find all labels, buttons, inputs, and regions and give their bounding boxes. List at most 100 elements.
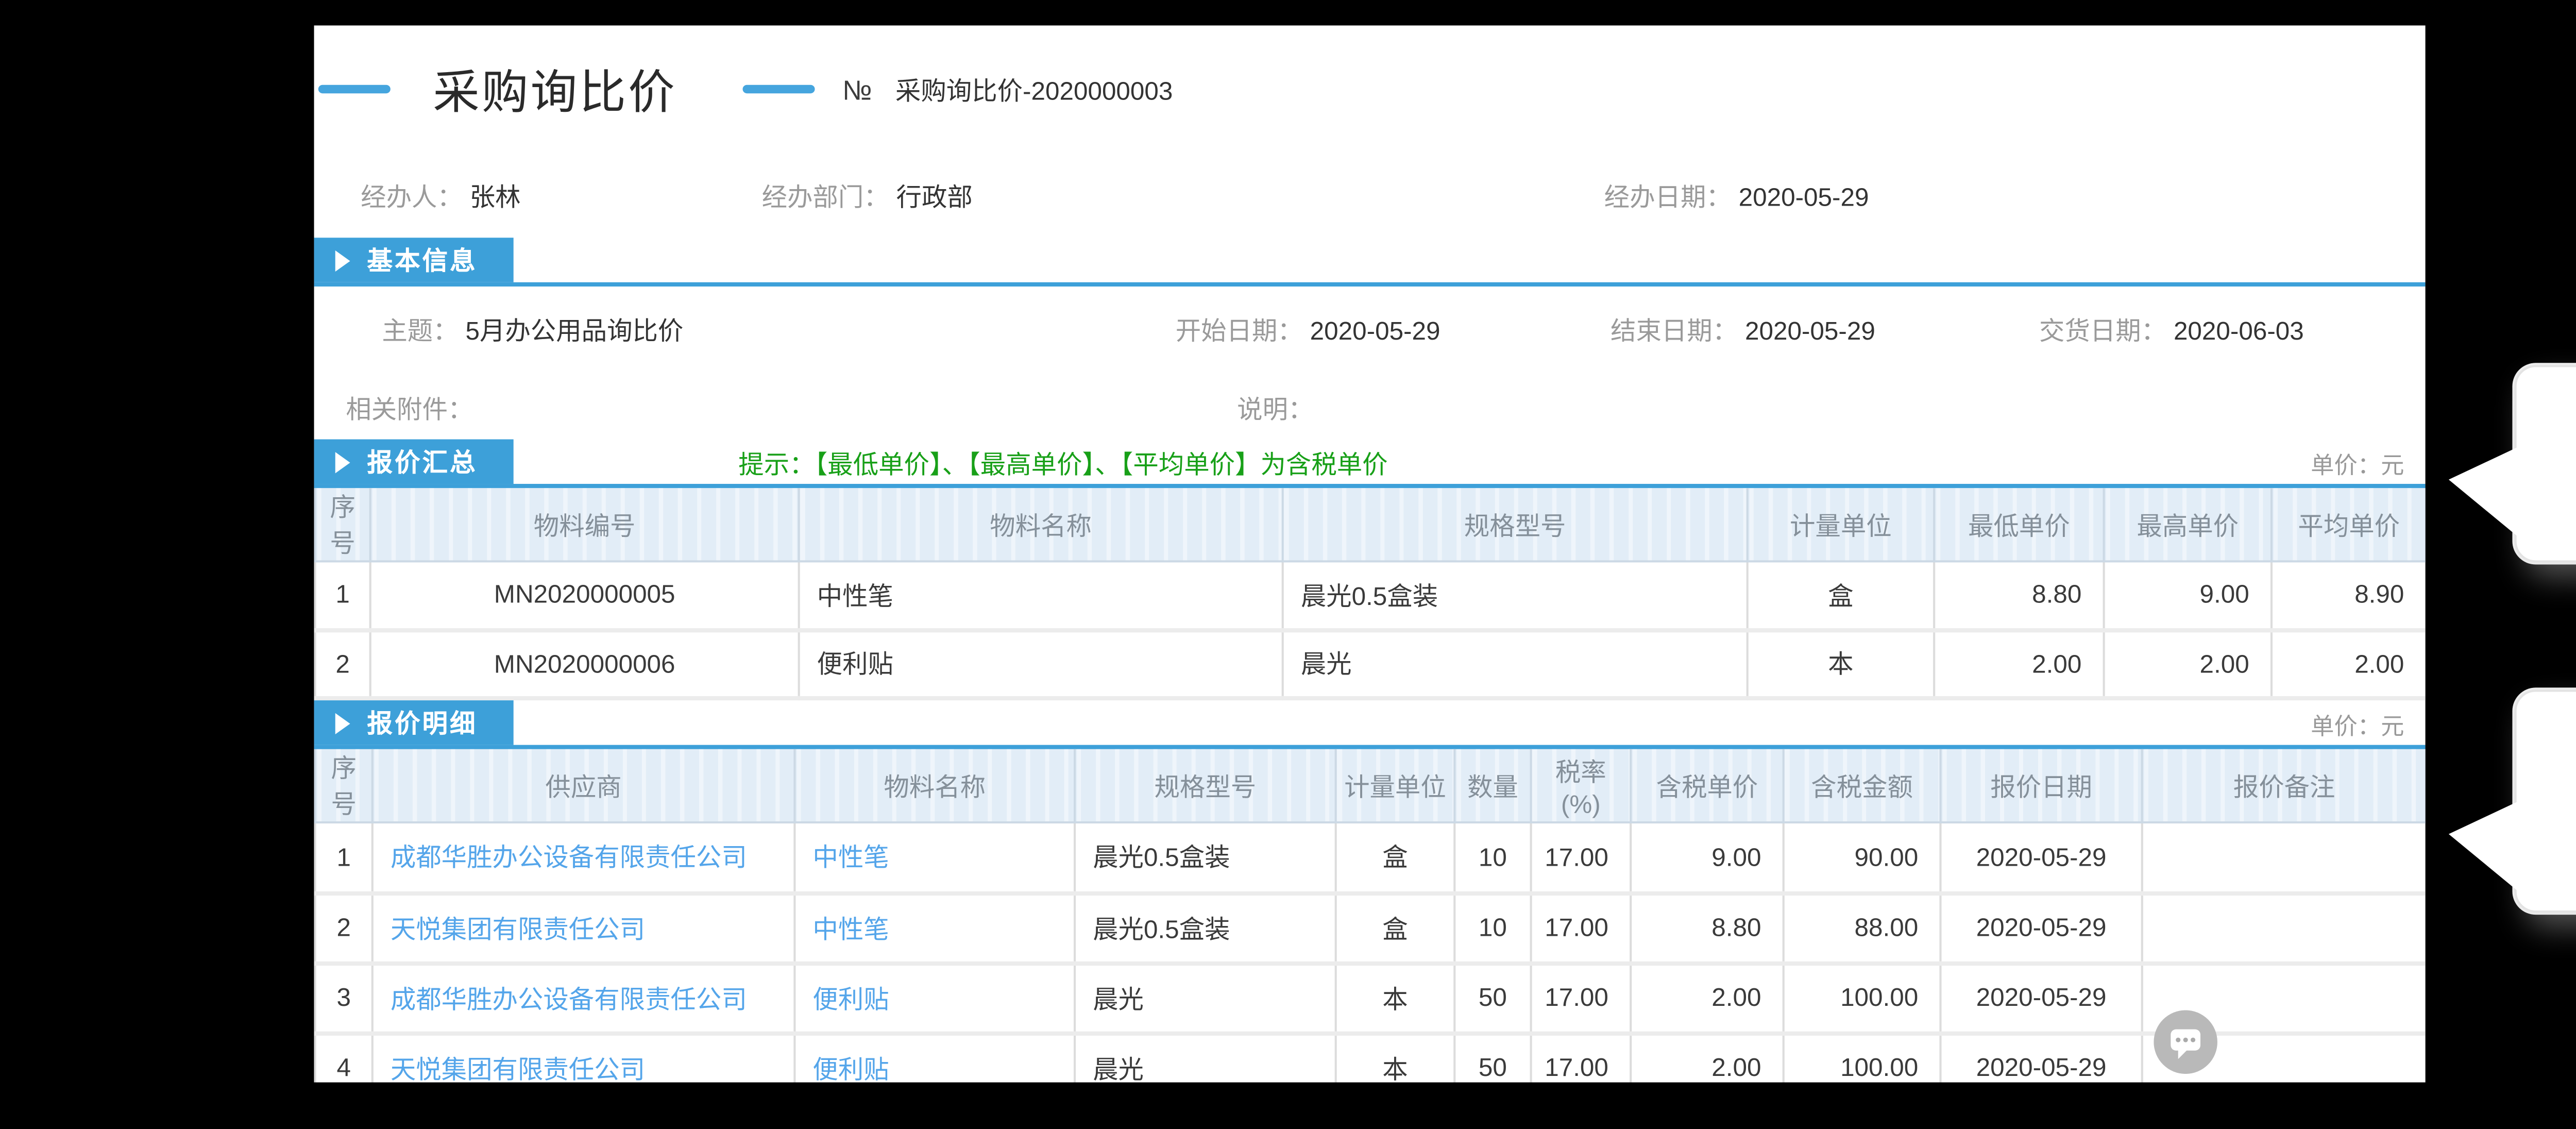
field-label: 结束日期： — [1611, 316, 1738, 346]
document-panel: 采购询比价 № 采购询比价-2020000003 经办人： 张林 经办部门： 行… — [314, 25, 2426, 1082]
cell: 1 — [315, 561, 370, 629]
field-attachments: 相关附件： — [346, 391, 473, 427]
cell: 盒 — [1336, 822, 1455, 892]
cell: 3 — [315, 963, 372, 1033]
cell: 2020-05-29 — [1940, 963, 2142, 1033]
table-row: 1 MN2020000005 中性笔 晨光0.5盒装 盒 8.80 9.00 8… — [315, 561, 2426, 629]
material-link[interactable]: 便利贴 — [812, 1054, 889, 1083]
material-link[interactable]: 中性笔 — [812, 914, 889, 943]
cell: 2.00 — [1934, 629, 2104, 697]
section-header-quote-detail: 报价明细 单价：元 — [314, 700, 2426, 749]
cell: 2.00 — [2272, 629, 2426, 697]
field-value: 2020-05-29 — [1739, 182, 1869, 212]
table-row: 1 成都华胜办公设备有限责任公司 中性笔 晨光0.5盒装 盒 10 17.00 … — [315, 822, 2426, 892]
table-row: 2 MN2020000006 便利贴 晨光 本 2.00 2.00 2.00 — [315, 629, 2426, 697]
column-header: 序号 — [315, 749, 372, 822]
column-header: 数量 — [1454, 749, 1531, 822]
field-agent-dept: 经办部门： 行政部 — [762, 178, 973, 214]
field-subject: 主题： 5月办公用品询比价 — [382, 312, 683, 348]
cell: 2 — [315, 892, 372, 963]
column-header: 序号 — [315, 488, 370, 561]
doc-no-symbol: № — [842, 73, 872, 105]
title-row: 采购询比价 № 采购询比价-2020000003 — [314, 51, 2426, 127]
column-header: 计量单位 — [1748, 488, 1934, 561]
cell: 17.00 — [1531, 963, 1631, 1033]
cell: 88.00 — [1784, 892, 1941, 963]
field-value: 5月办公用品询比价 — [465, 316, 683, 346]
material-link[interactable]: 便利贴 — [812, 984, 889, 1014]
field-label: 经办部门： — [762, 182, 889, 212]
cell: MN2020000005 — [370, 561, 799, 629]
cell: 2.00 — [1631, 1033, 1784, 1083]
cell: 便利贴 — [794, 963, 1075, 1033]
field-label: 交货日期： — [2039, 316, 2166, 346]
cell: 天悦集团有限责任公司 — [372, 892, 795, 963]
section-badge: 报价汇总 — [314, 440, 514, 484]
section-title: 基本信息 — [367, 242, 478, 278]
field-label: 经办日期： — [1604, 182, 1732, 212]
column-header: 供应商 — [372, 749, 795, 822]
cell: 17.00 — [1531, 892, 1631, 963]
field-value: 张林 — [470, 182, 521, 212]
column-header: 含税单价 — [1631, 749, 1784, 822]
table-row: 4 天悦集团有限责任公司 便利贴 晨光 本 50 17.00 2.00 100.… — [315, 1033, 2426, 1083]
supplier-link[interactable]: 天悦集团有限责任公司 — [391, 914, 645, 943]
cell: 1 — [315, 822, 372, 892]
cell — [2142, 822, 2426, 892]
cell: 90.00 — [1784, 822, 1941, 892]
field-delivery-date: 交货日期： 2020-06-03 — [2039, 312, 2304, 348]
cell: 便利贴 — [794, 1033, 1075, 1083]
supplier-link[interactable]: 成都华胜办公设备有限责任公司 — [391, 843, 747, 873]
triangle-icon — [335, 712, 350, 733]
cell: 50 — [1454, 1033, 1531, 1083]
tax-inclusive-hint: 提示：【最低单价】、【最高单价】、【平均单价】为含税单价 — [738, 446, 1387, 482]
cell: 2 — [315, 629, 370, 697]
field-agent: 经办人： 张林 — [361, 178, 520, 214]
cell: 盒 — [1748, 561, 1934, 629]
cell: 晨光 — [1075, 1033, 1336, 1083]
cell: 2.00 — [2104, 629, 2272, 697]
cell: 中性笔 — [799, 561, 1283, 629]
cell: 17.00 — [1531, 1033, 1631, 1083]
supplier-link[interactable]: 成都华胜办公设备有限责任公司 — [391, 984, 747, 1014]
cell: 中性笔 — [794, 892, 1075, 963]
column-header: 报价日期 — [1940, 749, 2142, 822]
triangle-icon — [335, 451, 350, 472]
section-badge: 基本信息 — [314, 238, 514, 282]
cell: 2.00 — [1631, 963, 1784, 1033]
column-header: 规格型号 — [1283, 488, 1748, 561]
column-header: 平均单价 — [2272, 488, 2426, 561]
cell: 9.00 — [2104, 561, 2272, 629]
cell: 本 — [1336, 963, 1455, 1033]
column-header: 最低单价 — [1934, 488, 2104, 561]
column-header: 物料名称 — [794, 749, 1075, 822]
cell: 天悦集团有限责任公司 — [372, 1033, 795, 1083]
section-title: 报价明细 — [367, 704, 478, 740]
table-row: 2 天悦集团有限责任公司 中性笔 晨光0.5盒装 盒 10 17.00 8.80… — [315, 892, 2426, 963]
cell: 9.00 — [1631, 822, 1784, 892]
cell: 盒 — [1336, 892, 1455, 963]
triangle-icon — [335, 249, 350, 271]
supplier-link[interactable]: 天悦集团有限责任公司 — [391, 1054, 645, 1083]
column-header: 最高单价 — [2104, 488, 2272, 561]
column-header: 税率(%) — [1531, 749, 1631, 822]
quote-summary-table: 序号 物料编号 物料名称 规格型号 计量单位 最低单价 最高单价 平均单价 1 … — [314, 488, 2426, 699]
table-header-row: 序号 物料编号 物料名称 规格型号 计量单位 最低单价 最高单价 平均单价 — [315, 488, 2426, 561]
field-end-date: 结束日期： 2020-05-29 — [1611, 312, 1875, 348]
section-header-basic-info: 基本信息 — [314, 238, 2426, 287]
basic-fields-row-2: 相关附件： 说明： — [314, 391, 2426, 425]
unit-note: 单价：元 — [2311, 709, 2404, 743]
cell: 便利贴 — [799, 629, 1283, 697]
cell: 晨光0.5盒装 — [1075, 892, 1336, 963]
field-agent-date: 经办日期： 2020-05-29 — [1604, 178, 1869, 214]
callout-quote-detail: 报价明细 — [2515, 690, 2576, 913]
comment-bubble-icon[interactable] — [2154, 1010, 2217, 1074]
cell: 100.00 — [1784, 1033, 1941, 1083]
cell: 2020-05-29 — [1940, 822, 2142, 892]
cell: 100.00 — [1784, 963, 1941, 1033]
column-header: 物料编号 — [370, 488, 799, 561]
cell: 晨光0.5盒装 — [1075, 822, 1336, 892]
cell: 17.00 — [1531, 822, 1631, 892]
material-link[interactable]: 中性笔 — [812, 843, 889, 873]
cell: 10 — [1454, 822, 1531, 892]
